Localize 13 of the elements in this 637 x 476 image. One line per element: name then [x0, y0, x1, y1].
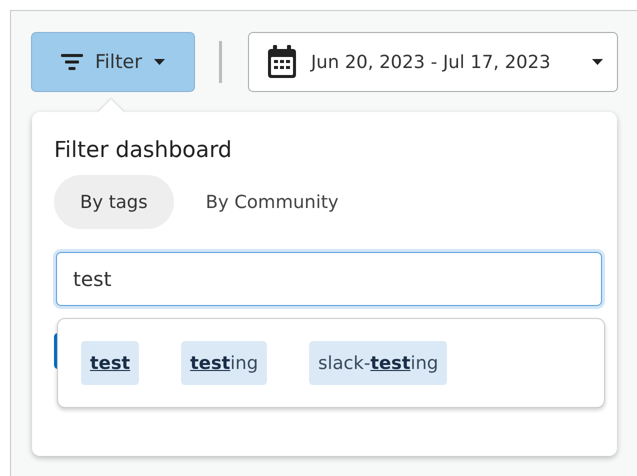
filter-button[interactable]: Filter: [31, 32, 195, 92]
filter-icon: [60, 54, 83, 70]
popover-title: Filter dashboard: [54, 138, 233, 163]
tag-suggestion[interactable]: test: [81, 341, 140, 385]
caret-icon: [592, 59, 603, 65]
date-range-button[interactable]: Jun 20, 2023 - Jul 17, 2023: [248, 32, 618, 92]
calendar-icon: [267, 45, 297, 79]
tab[interactable]: By tags: [54, 175, 174, 229]
tab[interactable]: By Community: [180, 175, 365, 229]
caret-icon: [154, 59, 166, 65]
tag-suggestion[interactable]: slack-testing: [309, 341, 448, 385]
tag-search-field[interactable]: test: [56, 252, 602, 306]
tag-suggestion[interactable]: testing: [181, 341, 268, 385]
